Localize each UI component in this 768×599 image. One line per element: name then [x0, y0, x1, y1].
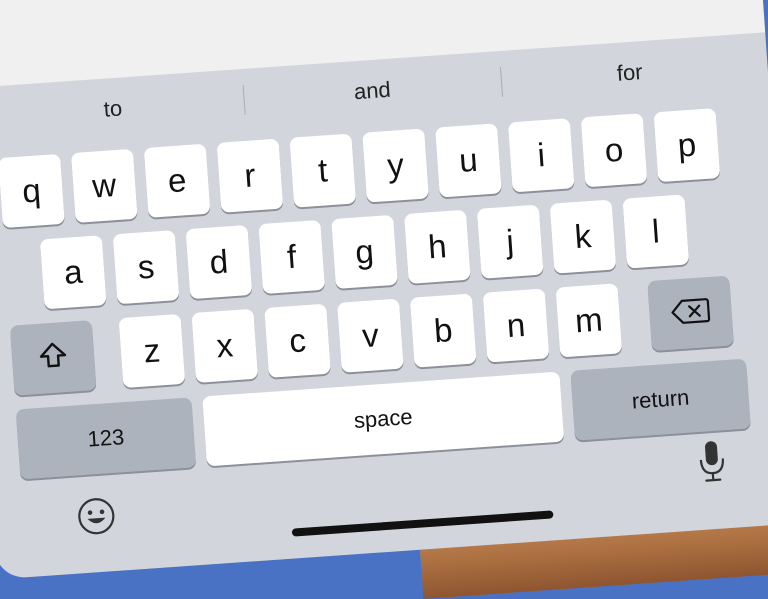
key-k[interactable]: k: [549, 199, 617, 274]
numbers-key[interactable]: 123: [15, 397, 197, 480]
shift-key[interactable]: [9, 320, 97, 396]
delete-key[interactable]: [647, 275, 734, 352]
key-y[interactable]: y: [362, 128, 429, 203]
key-t[interactable]: t: [289, 133, 357, 208]
dictation-button[interactable]: [689, 438, 736, 489]
key-x[interactable]: x: [191, 308, 259, 383]
home-indicator[interactable]: [291, 510, 554, 537]
key-v[interactable]: v: [337, 298, 404, 373]
key-s[interactable]: s: [112, 230, 180, 305]
phone-keyboard: to and for q w e r t y u i o p a s d f g…: [0, 0, 768, 580]
key-z[interactable]: z: [118, 313, 186, 389]
key-u[interactable]: u: [435, 123, 502, 198]
key-q[interactable]: q: [0, 153, 65, 229]
key-f[interactable]: f: [258, 219, 326, 295]
key-n[interactable]: n: [482, 288, 550, 363]
microphone-icon: [695, 438, 728, 489]
key-h[interactable]: h: [403, 209, 471, 284]
key-d[interactable]: d: [185, 224, 253, 300]
key-w[interactable]: w: [70, 148, 138, 223]
return-key[interactable]: return: [570, 358, 751, 441]
shift-icon: [37, 338, 70, 378]
key-c[interactable]: c: [264, 303, 331, 378]
key-j[interactable]: j: [476, 204, 544, 279]
emoji-button[interactable]: [73, 495, 120, 542]
key-l[interactable]: l: [622, 194, 690, 269]
key-e[interactable]: e: [143, 143, 211, 218]
key-r[interactable]: r: [216, 138, 284, 213]
key-o[interactable]: o: [580, 113, 648, 188]
emoji-icon: [75, 494, 118, 542]
key-a[interactable]: a: [39, 235, 107, 310]
space-key[interactable]: space: [202, 371, 565, 467]
key-i[interactable]: i: [507, 118, 575, 193]
key-p[interactable]: p: [653, 108, 721, 183]
key-m[interactable]: m: [555, 283, 623, 358]
key-b[interactable]: b: [409, 293, 477, 368]
backspace-icon: [669, 293, 712, 334]
key-g[interactable]: g: [331, 214, 398, 289]
